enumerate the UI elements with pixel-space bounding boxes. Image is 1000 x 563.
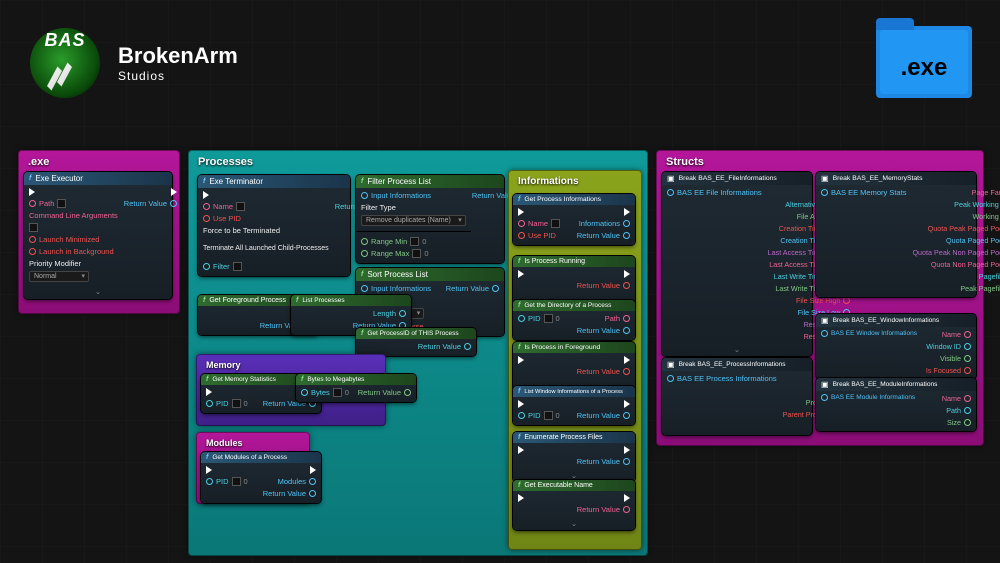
brand-title: BrokenArm <box>118 43 238 69</box>
pin-launch-min[interactable]: Launch Minimized <box>29 235 118 244</box>
pin-priority-label: Priority Modifier <box>29 259 118 268</box>
struct-field-pin[interactable]: Is Focused <box>926 366 971 375</box>
brand-subtitle: Studios <box>118 69 238 83</box>
panel-structs: Structs ▣Break BAS_EE_FileInformations B… <box>656 150 984 446</box>
exec-in-pin[interactable] <box>29 188 118 196</box>
pin-return-value[interactable]: Return Value <box>124 199 177 208</box>
pin-priority-dropdown[interactable]: Normal <box>29 271 118 282</box>
struct-field-pin[interactable]: Name <box>942 330 971 339</box>
node-get-pid-this[interactable]: fGet ProcessID of THIS Process Return Va… <box>356 328 476 356</box>
struct-field-pin[interactable]: Window ID <box>926 342 971 351</box>
node-exe-terminator[interactable]: fExe Terminator Name Use PID Force to be… <box>198 175 350 276</box>
struct-field-pin[interactable]: Visible <box>940 354 971 363</box>
node-get-process-info[interactable]: fGet Process Informations NameUse PID In… <box>513 194 635 245</box>
node-break-process-info[interactable]: ▣Break BAS_EE_ProcessInformations BAS EE… <box>662 358 812 435</box>
panel-exe: .exe fExe Executor Path Command Line Arg… <box>18 150 180 314</box>
struct-field-pin[interactable]: Working Set Size <box>973 212 1000 221</box>
struct-field-pin[interactable]: Quota Non Paged Pool Usage <box>931 260 1000 269</box>
node-filter-process-list[interactable]: fFilter Process List Input Informations … <box>356 175 504 263</box>
fx-icon: f <box>29 175 31 182</box>
expand-icon[interactable]: ⌄ <box>24 287 172 299</box>
panel-memory: Memory fGet Memory Statistics PID0 Retur… <box>196 354 386 426</box>
node-get-modules[interactable]: fGet Modules of a Process PID0 ModulesRe… <box>201 452 321 503</box>
node-break-file-info[interactable]: ▣Break BAS_EE_FileInformations BAS EE Fi… <box>662 172 812 356</box>
node-break-memory-stats[interactable]: ▣Break BAS_EE_MemoryStats BAS EE Memory … <box>816 172 976 297</box>
panel-processes: Processes fExe Terminator Name Use PID F… <box>188 150 648 556</box>
brand-logo: BAS BrokenArm Studios <box>30 28 238 98</box>
node-exe-executor[interactable]: fExe Executor Path Command Line Argument… <box>24 172 172 299</box>
pin-path[interactable]: Path <box>29 199 118 208</box>
node-get-exe-name[interactable]: fGet Executable Name Return Value ⌄ <box>513 480 635 530</box>
struct-field-pin[interactable]: Quota Peak Paged Pool Usage <box>928 224 1000 233</box>
panel-informations: Informations fGet Process Informations N… <box>508 170 642 550</box>
struct-field-pin[interactable]: File Size High <box>796 296 850 305</box>
panel-structs-title: Structs <box>660 154 980 174</box>
pin-cmd-args[interactable] <box>29 223 118 232</box>
struct-field-pin[interactable]: Size <box>947 418 971 427</box>
node-is-foreground[interactable]: fIs Process in Foreground Return Value ⌄ <box>513 342 635 392</box>
exe-folder-label: .exe <box>876 54 972 82</box>
struct-field-pin[interactable]: Quota Peak Non Paged Pool Usage <box>912 248 1000 257</box>
node-break-window-info[interactable]: ▣Break BAS_EE_WindowInformations BAS EE … <box>816 314 976 379</box>
pin-launch-bg[interactable]: Launch in Background <box>29 247 118 256</box>
node-get-directory[interactable]: fGet the Directory of a Process PID0Path… <box>513 300 635 340</box>
bas-badge-icon: BAS <box>30 28 100 98</box>
struct-field-pin[interactable]: Quota Paged Pool Usage <box>946 236 1000 245</box>
panel-exe-title: .exe <box>22 154 176 174</box>
struct-field-pin[interactable]: Pagefile Usage <box>979 272 1000 281</box>
node-is-running[interactable]: fIs Process Running Return Value ⌄ <box>513 256 635 306</box>
pin-cmd-args-label: Command Line Arguments <box>29 211 118 220</box>
bas-badge-text: BAS <box>30 30 100 51</box>
struct-field-pin[interactable]: Peak Pagefile Usage <box>960 284 1000 293</box>
struct-icon: ▣ <box>667 174 675 183</box>
exe-folder-icon: .exe <box>876 18 972 98</box>
struct-field-pin[interactable]: Peak Working Set Size <box>954 200 1000 209</box>
struct-field-pin[interactable]: Name <box>942 394 971 403</box>
node-bytes-to-mb[interactable]: fBytes to Megabytes Bytes0 Return Value <box>296 374 416 402</box>
exec-out-pin[interactable] <box>171 188 177 196</box>
node-break-module-info[interactable]: ▣Break BAS_EE_ModuleInformations BAS EE … <box>816 378 976 431</box>
panel-modules: Modules fGet Modules of a Process PID0 M… <box>196 432 310 504</box>
node-enumerate-files[interactable]: fEnumerate Process Files Return Value ⌄ <box>513 432 635 482</box>
struct-field-pin[interactable]: Page Fault Count <box>972 188 1000 197</box>
struct-field-pin[interactable]: Path <box>946 406 971 415</box>
node-list-window-info[interactable]: fList Window Informations of a Process P… <box>513 386 635 425</box>
